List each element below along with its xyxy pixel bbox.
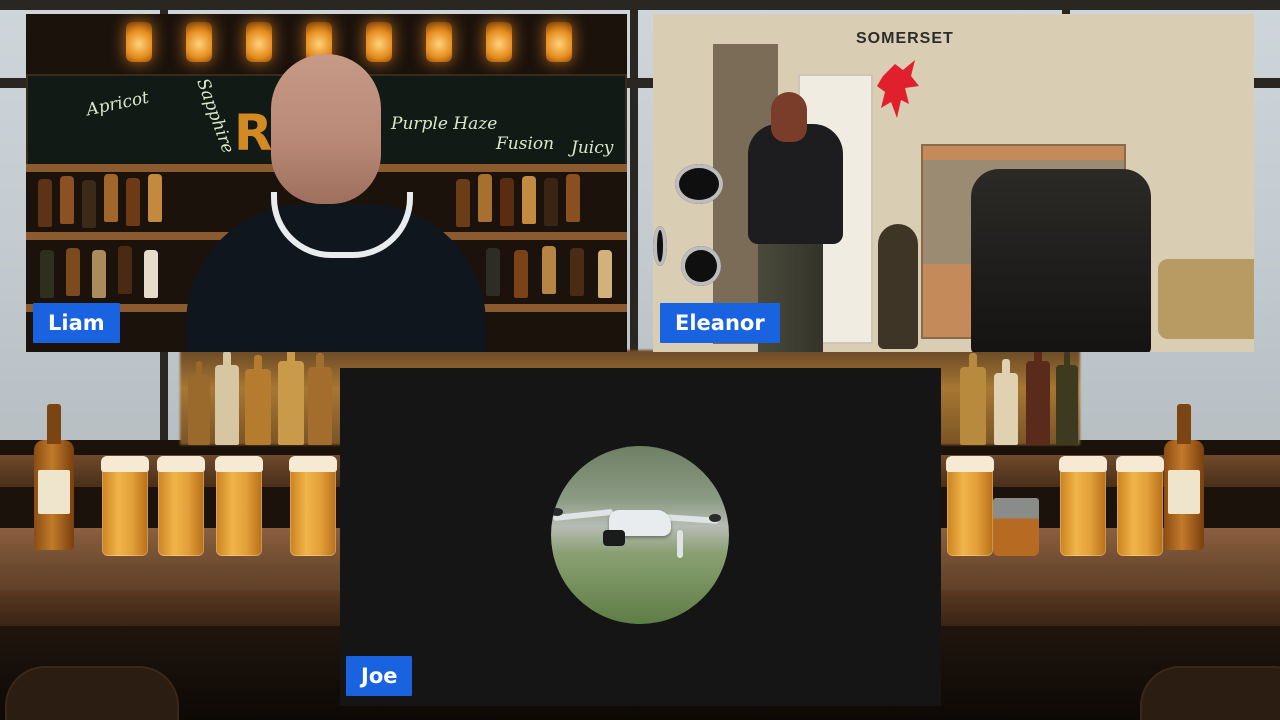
name-tag-joe: Joe: [346, 656, 413, 696]
drone-propeller: [709, 514, 721, 522]
drum-pad: [681, 246, 721, 286]
liquor-bottle: [598, 250, 612, 298]
name-tag-eleanor: Eleanor: [660, 303, 780, 343]
bulb: [126, 22, 152, 62]
bar-stool: [1140, 666, 1280, 720]
liquor-bottle: [514, 250, 528, 298]
beer-pint: [101, 456, 149, 556]
liquor-bottle: [542, 246, 556, 294]
drone-camera: [603, 530, 625, 546]
shelf-bottle: [308, 353, 332, 445]
chalk-word: Juicy: [571, 138, 614, 158]
welsh-dragon-icon: [877, 60, 919, 118]
video-tile-eleanor[interactable]: SOMERSET Eleanor: [653, 14, 1254, 352]
liquor-bottle: [38, 179, 52, 227]
liquor-bottle: [522, 176, 536, 224]
drum-cymbal: [675, 164, 723, 204]
beer-pint: [289, 456, 337, 556]
leather-chair: [971, 169, 1151, 352]
person-head: [271, 54, 381, 204]
cushion: [1158, 259, 1254, 339]
shelf-bottle: [215, 351, 239, 445]
drone-propeller: [551, 508, 563, 516]
shelf-bottle: [188, 361, 210, 445]
whisky-bottle: [34, 404, 74, 550]
shelf-bottle: [278, 347, 304, 445]
whisky-bottle: [1164, 404, 1204, 550]
video-tile-joe[interactable]: Joe: [340, 368, 941, 706]
liquor-bottle: [544, 178, 558, 226]
liquor-bottle: [104, 174, 118, 222]
name-tag-liam: Liam: [33, 303, 120, 343]
shelf-bottle: [960, 353, 986, 445]
participant-video-liam: [176, 54, 506, 352]
shelf-bottle: [245, 355, 271, 445]
bulb: [546, 22, 572, 62]
liquor-bottle: [118, 246, 132, 294]
drum-pad: [653, 226, 667, 266]
beer-pint: [1059, 456, 1107, 556]
beer-pint: [215, 456, 263, 556]
shelf-bottle: [1026, 347, 1050, 445]
liquor-bottle: [570, 248, 584, 296]
shelf-bottle: [1056, 351, 1078, 445]
liquor-bottle: [82, 180, 96, 228]
video-tile-liam[interactable]: Apricot Sapphire Purple Haze Fusion Juic…: [26, 14, 627, 352]
liquor-bottle: [66, 248, 80, 296]
liquor-bottle: [566, 174, 580, 222]
drone-photo-avatar: [551, 446, 729, 624]
window-beam: [0, 0, 1280, 10]
beer-pint: [1116, 456, 1164, 556]
drone-leg: [677, 530, 683, 558]
liquor-bottle: [40, 250, 54, 298]
chalk-word: Apricot: [84, 87, 151, 121]
shelf-bottle: [994, 359, 1018, 445]
wizard-figurine: [878, 224, 918, 349]
person-torso: [748, 124, 843, 244]
liquor-bottle: [144, 250, 158, 298]
liquor-bottle: [60, 176, 74, 224]
beer-pint: [946, 456, 994, 556]
wall-sign: SOMERSET: [856, 30, 954, 47]
liquor-bottle: [92, 250, 106, 298]
liquor-bottle: [126, 178, 140, 226]
bar-stool: [5, 666, 179, 720]
liquor-bottle: [148, 174, 162, 222]
person-head: [771, 92, 807, 142]
beer-pint: [157, 456, 205, 556]
whisky-glass: [993, 498, 1039, 556]
